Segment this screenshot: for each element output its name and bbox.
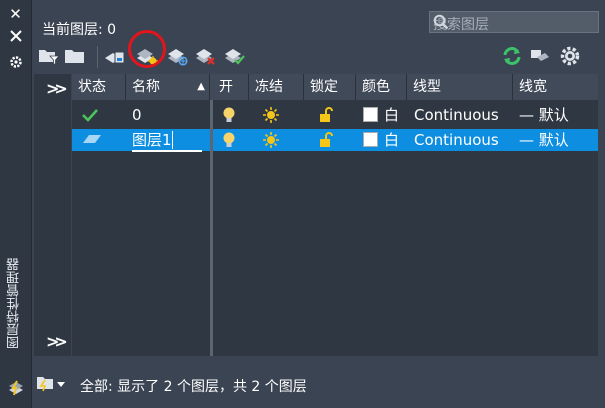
status-text: 全部: 显示了 2 个图层，共 2 个图层 [80,379,307,395]
refresh-icon[interactable] [501,46,523,66]
layer-list-grid[interactable]: 状态 名称 ▲ 开 冻结 锁定 颜色 线型 线宽 0 白 Continuous … [72,74,598,356]
layer-states-icon[interactable] [104,46,126,66]
lightbulb-on-icon[interactable] [216,129,248,151]
column-color[interactable]: 颜色 [356,74,407,100]
palette-title: 图层特性管理器 [7,258,22,349]
auto-hide-icon[interactable] [0,26,31,46]
column-freeze[interactable]: 冻结 [249,74,304,100]
delete-layer-icon[interactable] [195,46,217,66]
layer-name-editor[interactable]: 图层1 [126,129,210,152]
sun-thawed-icon[interactable] [256,104,304,126]
collapse-pane-icon[interactable]: >> [46,332,68,351]
palette-layer-icon [0,378,31,398]
properties-gear-icon[interactable] [0,52,31,72]
highlight-circle [128,30,166,68]
new-vp-frozen-layer-icon[interactable] [167,46,189,66]
column-linetype[interactable]: 线型 [407,74,513,100]
frozen-column-splitter[interactable] [210,100,213,356]
current-layer-label: 当前图层: 0 [42,22,117,38]
layer-status-icon[interactable] [76,129,126,151]
unlocked-padlock-icon[interactable] [312,129,356,151]
unlocked-padlock-icon[interactable] [312,104,356,126]
layer-name[interactable]: 0 [126,104,210,126]
expand-filter-tree-icon[interactable]: >> [46,79,68,98]
color-swatch [363,107,378,122]
toolbar-separator [97,46,98,68]
layer-translate-icon[interactable] [529,46,551,66]
settings-gear-icon[interactable] [559,46,581,66]
current-layer-check-icon[interactable] [76,104,126,126]
group-filter-icon[interactable] [64,46,86,66]
palette-side-strip: ✕ 图层特性管理器 [0,0,32,408]
sun-thawed-icon[interactable] [256,129,304,151]
new-filter-icon[interactable] [38,46,60,66]
column-header-row: 状态 名称 ▲ 开 冻结 锁定 颜色 线型 线宽 [72,74,598,100]
layer-lineweight[interactable]: — 默认 [513,129,598,151]
column-status[interactable]: 状态 [72,74,126,100]
table-row[interactable]: 0 白 Continuous — 默认 [72,104,598,126]
layer-color[interactable]: 白 [357,104,407,126]
color-swatch [363,132,378,147]
search-input[interactable]: 搜索图层 [429,11,599,33]
lightbulb-on-icon[interactable] [216,104,248,126]
filter-tree-pane[interactable]: >> >> [34,74,71,356]
layer-color[interactable]: 白 [357,129,407,151]
table-row[interactable]: 图层1 白 Continuous — 默认 [72,129,598,152]
column-on[interactable]: 开 [213,74,249,100]
layer-linetype[interactable]: Continuous [408,129,513,151]
status-bar: 全部: 显示了 2 个图层，共 2 个图层 [32,370,605,398]
set-current-icon[interactable] [224,46,246,66]
search-icon[interactable] [433,14,595,34]
close-icon[interactable]: ✕ [0,4,31,24]
column-lock[interactable]: 锁定 [304,74,356,100]
column-name[interactable]: 名称 ▲ [126,74,210,100]
layer-linetype[interactable]: Continuous [408,104,513,126]
layer-manager-main: 当前图层: 0 搜索图层 >> >> 状态 名称 ▲ 开 冻结 锁定 颜色 线型… [32,0,605,408]
sort-ascending-icon: ▲ [197,81,205,92]
filter-menu-icon[interactable] [36,374,66,396]
layer-lineweight[interactable]: — 默认 [513,104,598,126]
column-lineweight[interactable]: 线宽 [513,74,598,100]
